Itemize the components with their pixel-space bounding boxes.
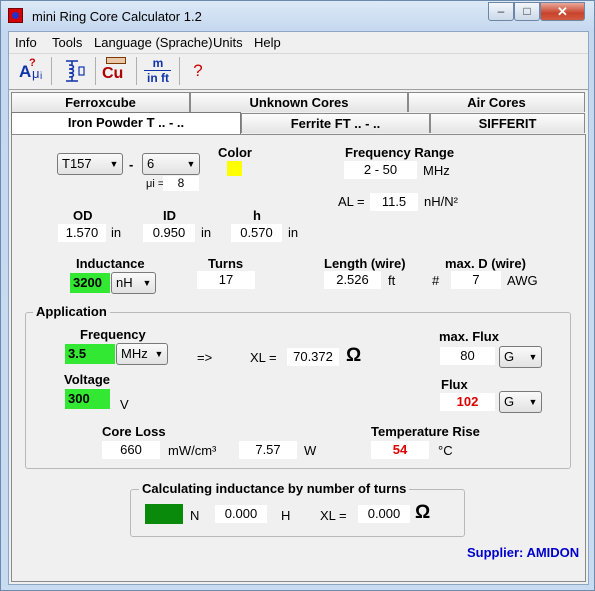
chevron-down-icon: ▼ [142,278,152,288]
od-value: 1.570 [58,224,106,242]
inductance-unit-select[interactable]: nH ▼ [111,272,156,294]
chevron-down-icon: ▼ [186,159,196,169]
calc-xl-label: XL = [320,508,347,523]
frequency-range-value: 2 - 50 [344,161,417,179]
max-flux-unit-select[interactable]: G ▼ [499,346,542,368]
core-size-select[interactable]: T157 ▼ [57,153,123,175]
max-flux-label: max. Flux [439,329,499,344]
inductance-label: Inductance [76,256,145,271]
menu-bar: Info Tools Language (Sprache) Units Help [9,32,588,52]
frequency-unit-select[interactable]: MHz ▼ [116,343,168,365]
h-label: h [253,208,261,223]
help-tool-button[interactable]: ? [183,56,213,86]
wire-icon [106,57,126,64]
power-loss-value: 7.57 [239,441,297,459]
calc-xl-value: 0.000 [358,505,410,523]
frequency-range-label: Frequency Range [345,145,455,160]
length-value: 2.526 [324,271,381,289]
question-icon: ? [193,61,203,80]
temperature-rise-value: 54 [371,441,429,459]
ohm-symbol: Ω [346,345,362,366]
title-bar[interactable]: mini Ring Core Calculator 1.2 – □ ✕ [1,1,594,31]
core-mix-select[interactable]: 6 ▼ [142,153,200,175]
mu-value: 8 [163,176,199,191]
menu-language[interactable]: Language (Sprache) [94,35,213,50]
al-label: AL = [338,194,365,209]
tab-unknown-cores[interactable]: Unknown Cores [190,92,408,112]
tab-iron-powder[interactable]: Iron Powder T .. - .. [11,112,241,134]
xl-value: 70.372 [287,348,339,366]
maxd-value: 7 [451,271,501,289]
mu-label: μi = [146,178,165,190]
app-icon [8,8,23,23]
menu-info[interactable]: Info [15,35,37,50]
maximize-button[interactable]: □ [514,2,540,21]
application-title: Application [33,304,110,319]
chevron-down-icon: ▼ [528,397,538,407]
tab-sifferit[interactable]: SIFFERIT [430,113,585,133]
al-mu-tool-button[interactable]: A ? μ i [16,56,46,86]
ohm-symbol: Ω [415,502,431,523]
window-title: mini Ring Core Calculator 1.2 [32,9,202,24]
flux-value: 102 [440,393,495,411]
color-label: Color [218,145,252,160]
temperature-rise-label: Temperature Rise [371,424,480,439]
tab-ferrite-ft[interactable]: Ferrite FT .. - .. [241,113,430,133]
core-loss-value: 660 [102,441,160,459]
coil-icon [66,60,85,82]
core-loss-label: Core Loss [102,424,166,439]
color-swatch [227,161,242,176]
frequency-label: Frequency [80,327,146,342]
tab-ferroxcube[interactable]: Ferroxcube [11,92,190,112]
supplier-label: Supplier: AMIDON [467,545,580,560]
copper-wire-tool-button[interactable]: Cu [100,56,130,86]
frequency-input[interactable]: 3.5 [65,344,115,364]
maxd-label: max. D (wire) [445,256,526,271]
turns-input[interactable]: 17 [197,271,255,289]
voltage-input[interactable]: 300 [65,389,110,409]
chevron-down-icon: ▼ [528,352,538,362]
calc-turns-title: Calculating inductance by number of turn… [139,481,410,496]
voltage-label: Voltage [64,372,110,387]
units-tool-button[interactable]: m in ft [140,56,176,86]
chevron-down-icon: ▼ [109,159,119,169]
minimize-button[interactable]: – [488,2,514,21]
close-button[interactable]: ✕ [540,2,585,21]
coil-tool-button[interactable] [59,56,89,86]
menu-help[interactable]: Help [254,35,281,50]
toolbar: A ? μ i Cu m in ft ? [9,53,588,90]
xl-label: XL = [250,350,277,365]
al-value: 11.5 [370,193,418,211]
flux-label: Flux [441,377,468,392]
length-label: Length (wire) [324,256,406,271]
menu-units[interactable]: Units [213,35,243,50]
calc-inductance-value: 0.000 [215,505,267,523]
flux-unit-select[interactable]: G ▼ [499,391,542,413]
units-icon: m [152,56,164,70]
inductance-input[interactable]: 3200 [70,273,110,293]
turns-label: Turns [208,256,244,271]
h-value: 0.570 [231,224,282,242]
max-flux-value[interactable]: 80 [440,347,495,365]
menu-tools[interactable]: Tools [52,35,82,50]
od-label: OD [73,208,93,223]
id-label: ID [163,208,176,223]
turns-count-input[interactable] [145,504,183,524]
id-value: 0.950 [143,224,195,242]
chevron-down-icon: ▼ [154,349,164,359]
tab-air-cores[interactable]: Air Cores [408,92,585,112]
